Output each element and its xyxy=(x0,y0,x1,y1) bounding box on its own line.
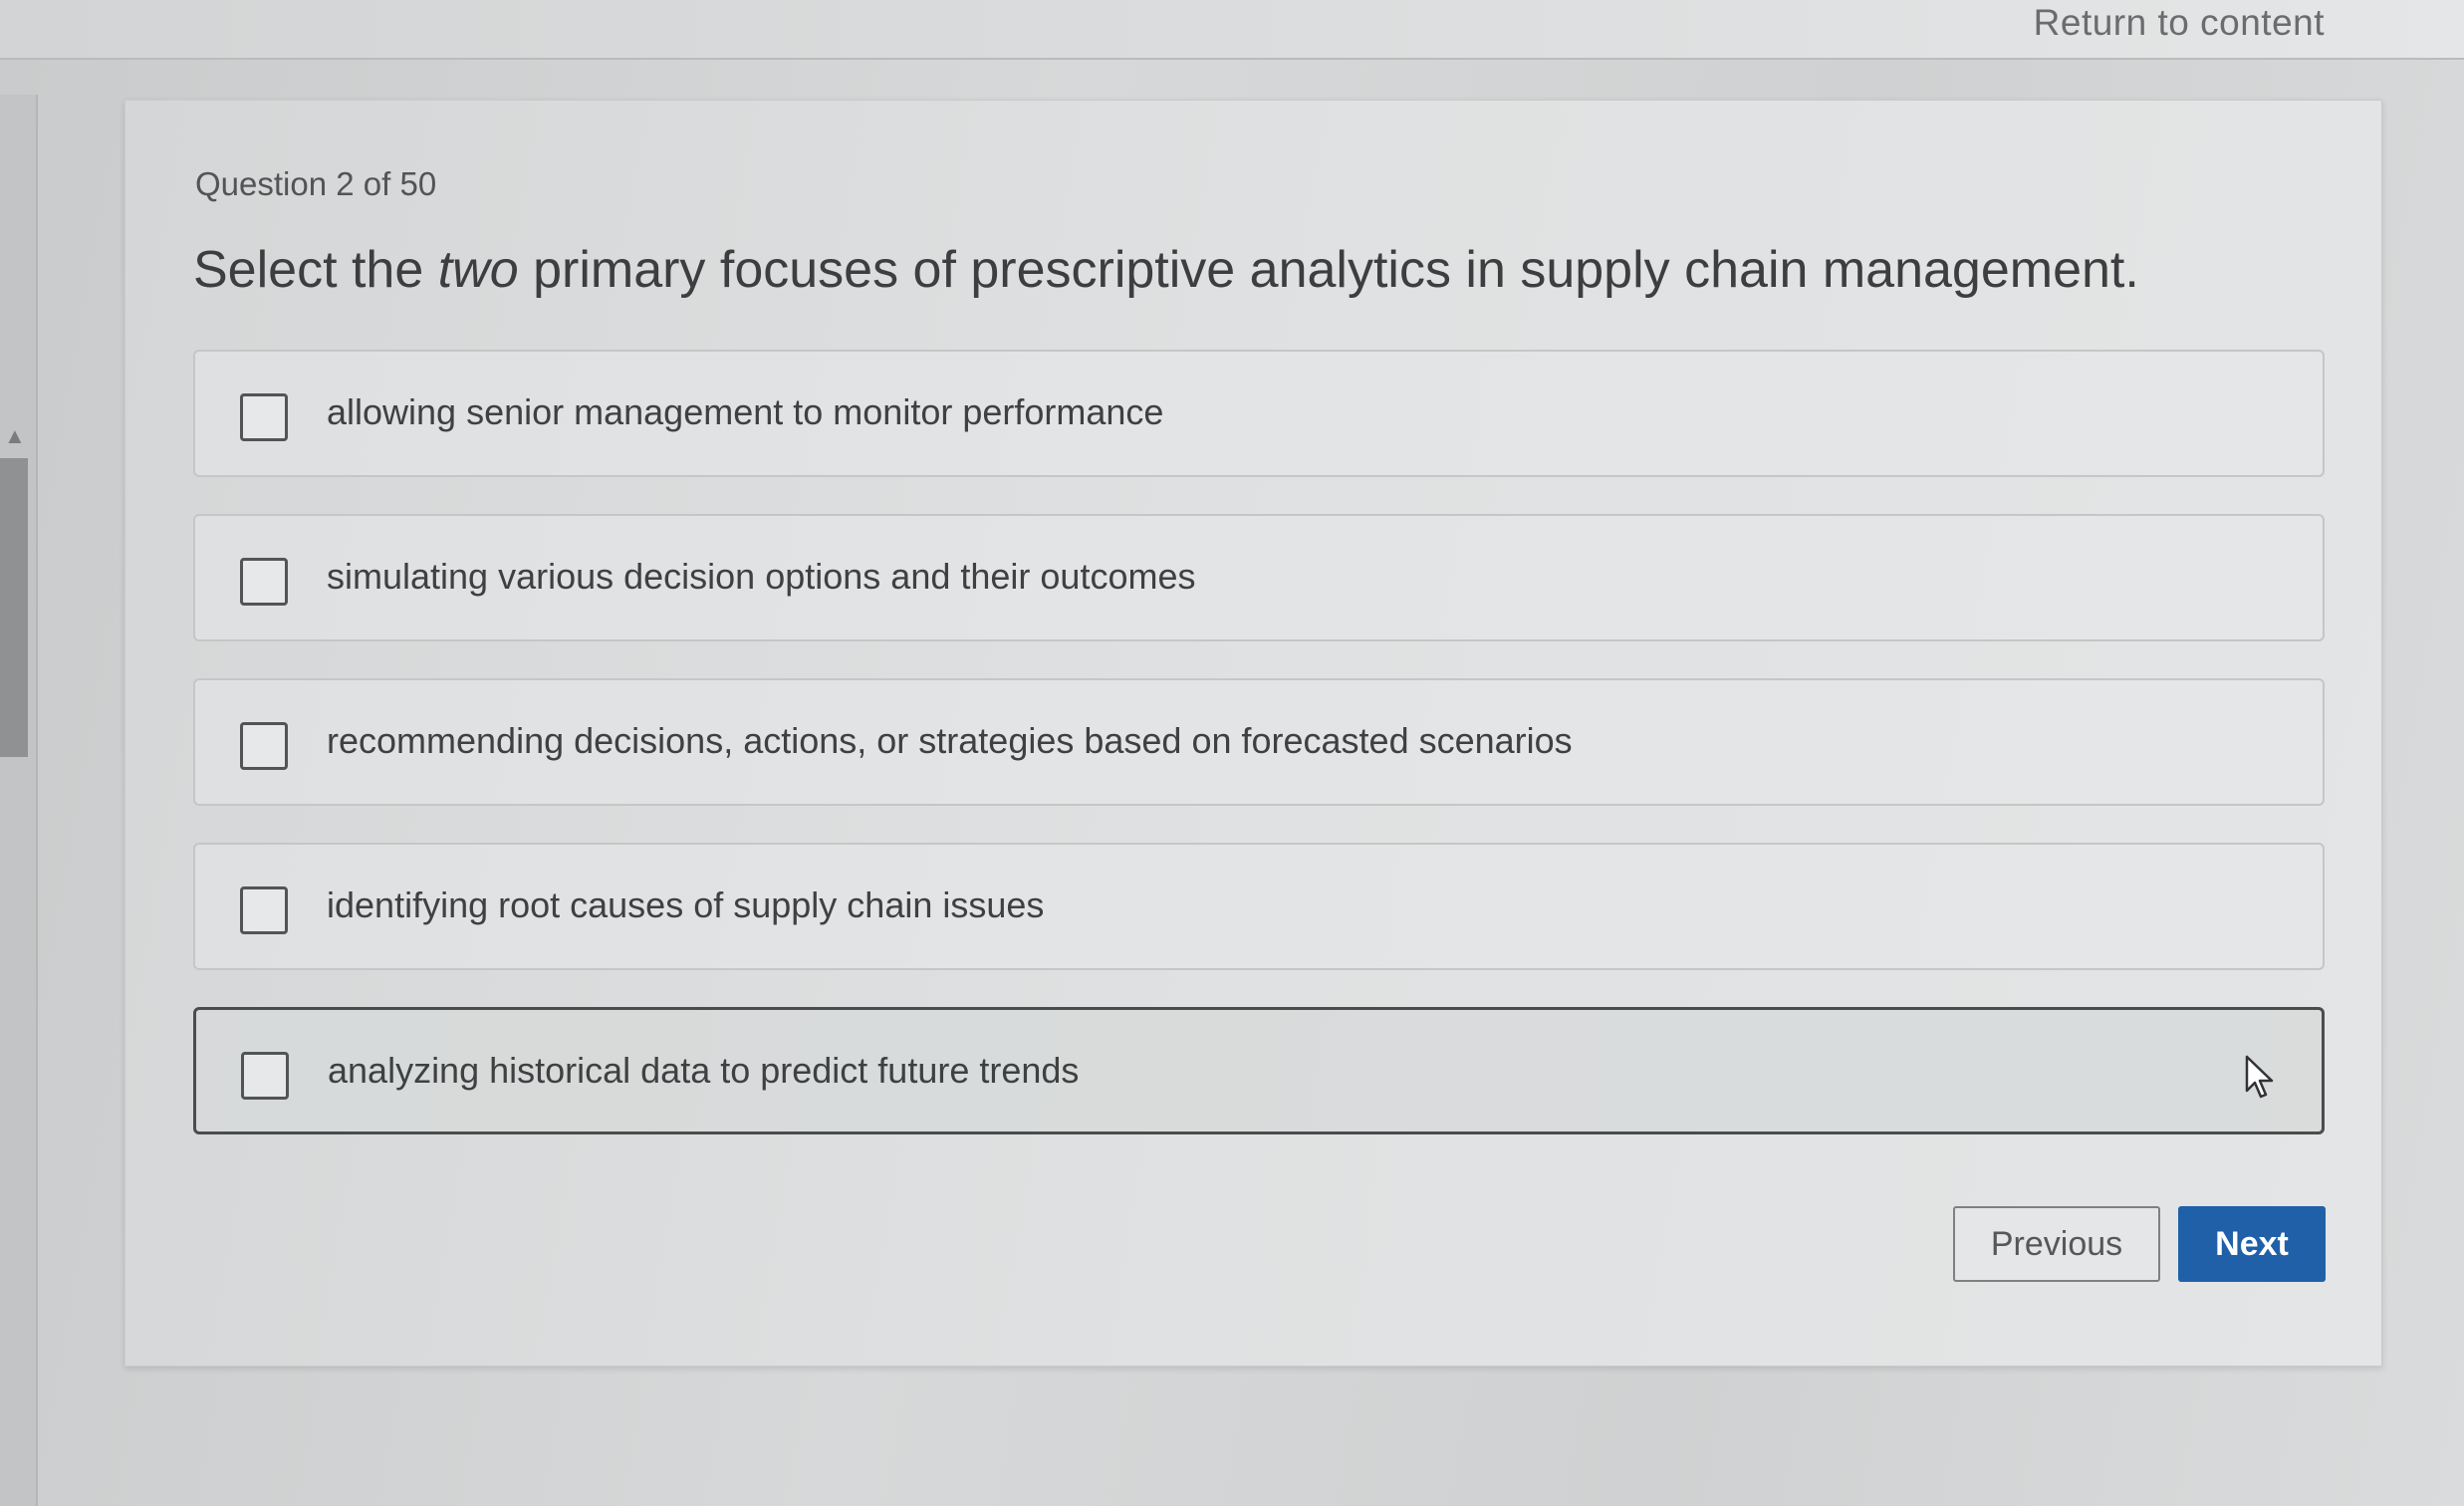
question-text-emphasis: two xyxy=(437,241,519,299)
answer-checkbox[interactable] xyxy=(240,393,288,441)
scroll-up-arrow-icon[interactable]: ▲ xyxy=(4,423,26,449)
top-bar: Return to content xyxy=(0,0,2464,60)
question-card: Question 2 of 50 Select the two primary … xyxy=(124,100,2382,1367)
answer-option-label: recommending decisions, actions, or stra… xyxy=(327,720,1573,761)
answer-option-3[interactable]: recommending decisions, actions, or stra… xyxy=(193,678,2325,806)
previous-button[interactable]: Previous xyxy=(1953,1206,2160,1282)
answer-option-label: simulating various decision options and … xyxy=(327,556,1196,597)
answer-checkbox[interactable] xyxy=(241,1052,289,1100)
answer-option-2[interactable]: simulating various decision options and … xyxy=(193,514,2325,641)
answer-option-label: analyzing historical data to predict fut… xyxy=(328,1050,1080,1091)
answer-checkbox[interactable] xyxy=(240,722,288,770)
answer-option-4[interactable]: identifying root causes of supply chain … xyxy=(193,843,2325,970)
next-button[interactable]: Next xyxy=(2178,1206,2326,1282)
left-scroll-rail: ▲ xyxy=(0,95,38,1506)
answer-option-label: allowing senior management to monitor pe… xyxy=(327,391,1164,432)
answer-checkbox[interactable] xyxy=(240,886,288,934)
answer-option-label: identifying root causes of supply chain … xyxy=(327,884,1045,925)
scrollbar-thumb[interactable] xyxy=(0,458,28,757)
return-to-content-link[interactable]: Return to content xyxy=(2034,2,2325,44)
answer-option-5[interactable]: analyzing historical data to predict fut… xyxy=(193,1007,2325,1134)
question-text: Select the two primary focuses of prescr… xyxy=(193,240,2139,300)
mouse-pointer-icon xyxy=(2245,1055,2274,1099)
question-text-start: Select the xyxy=(193,241,438,299)
question-text-end: primary focuses of prescriptive analytic… xyxy=(518,241,2139,299)
answer-checkbox[interactable] xyxy=(240,558,288,606)
question-counter: Question 2 of 50 xyxy=(195,165,437,202)
answer-option-1[interactable]: allowing senior management to monitor pe… xyxy=(193,350,2325,477)
